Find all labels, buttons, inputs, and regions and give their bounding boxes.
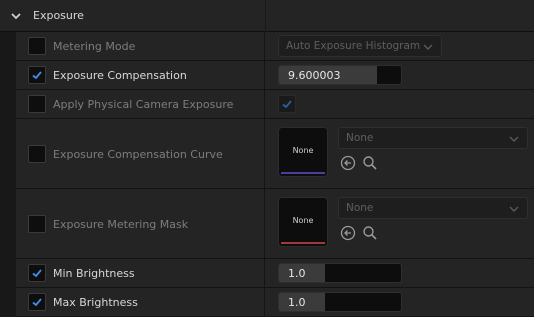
property-label: Min Brightness bbox=[53, 267, 135, 280]
spinbox-value: 9.600003 bbox=[288, 69, 341, 82]
section-header-exposure[interactable]: Exposure bbox=[0, 0, 534, 32]
asset-picker-dropdown[interactable]: None bbox=[338, 127, 528, 149]
checkmark-icon bbox=[32, 298, 42, 307]
property-label: Exposure Metering Mask bbox=[53, 218, 189, 231]
use-selected-asset-icon[interactable] bbox=[340, 225, 356, 241]
asset-type-bar bbox=[281, 242, 325, 244]
property-label: Apply Physical Camera Exposure bbox=[53, 98, 234, 111]
override-checkbox-apply-physical-camera-exposure[interactable] bbox=[28, 95, 46, 113]
override-checkbox-metering-mode[interactable] bbox=[28, 37, 46, 55]
property-row-metering-mode: Metering Mode Auto Exposure Histogram bbox=[16, 32, 534, 61]
dropdown-value: Auto Exposure Histogram bbox=[286, 40, 421, 52]
indent-gutter bbox=[0, 32, 16, 317]
thumbnail-label: None bbox=[292, 216, 314, 225]
exposure-compensation-spinbox[interactable]: 9.600003 bbox=[278, 65, 402, 85]
browse-asset-search-icon[interactable] bbox=[362, 155, 378, 171]
override-checkbox-min-brightness[interactable] bbox=[28, 264, 46, 282]
property-row-exposure-metering-mask: Exposure Metering Mask None None bbox=[16, 189, 534, 259]
chevron-down-icon bbox=[423, 44, 433, 50]
property-label: Max Brightness bbox=[53, 296, 138, 309]
override-checkbox-max-brightness[interactable] bbox=[28, 293, 46, 311]
checkmark-icon bbox=[32, 71, 42, 80]
use-selected-asset-icon[interactable] bbox=[340, 155, 356, 171]
override-checkbox-exposure-compensation-curve[interactable] bbox=[28, 145, 46, 163]
dropdown-value: None bbox=[346, 132, 374, 144]
property-label: Exposure Compensation Curve bbox=[53, 148, 223, 161]
thumbnail-label: None bbox=[292, 146, 314, 155]
metering-mode-dropdown[interactable]: Auto Exposure Histogram bbox=[278, 35, 442, 57]
property-row-apply-physical-camera-exposure: Apply Physical Camera Exposure bbox=[16, 90, 534, 119]
asset-picker-dropdown[interactable]: None bbox=[338, 197, 528, 219]
max-brightness-spinbox[interactable]: 1.0 bbox=[278, 292, 402, 312]
override-checkbox-exposure-metering-mask[interactable] bbox=[28, 215, 46, 233]
column-divider bbox=[265, 0, 266, 32]
spinbox-value: 1.0 bbox=[288, 267, 306, 280]
dropdown-value: None bbox=[346, 202, 374, 214]
chevron-down-icon[interactable] bbox=[10, 10, 22, 22]
section-title: Exposure bbox=[33, 9, 84, 22]
browse-asset-search-icon[interactable] bbox=[362, 225, 378, 241]
property-label: Exposure Compensation bbox=[53, 69, 187, 82]
chevron-down-icon bbox=[509, 206, 519, 212]
asset-thumbnail[interactable]: None bbox=[278, 127, 328, 177]
checkmark-icon bbox=[282, 100, 292, 109]
min-brightness-spinbox[interactable]: 1.0 bbox=[278, 263, 402, 283]
property-row-min-brightness: Min Brightness 1.0 bbox=[16, 259, 534, 288]
property-row-exposure-compensation-curve: Exposure Compensation Curve None None bbox=[16, 119, 534, 189]
apply-physical-camera-exposure-checkbox[interactable] bbox=[278, 95, 296, 113]
property-row-max-brightness: Max Brightness 1.0 bbox=[16, 288, 534, 317]
checkmark-icon bbox=[32, 269, 42, 278]
spinbox-value: 1.0 bbox=[288, 296, 306, 309]
property-row-exposure-compensation: Exposure Compensation 9.600003 bbox=[16, 61, 534, 90]
asset-thumbnail[interactable]: None bbox=[278, 197, 328, 247]
override-checkbox-exposure-compensation[interactable] bbox=[28, 66, 46, 84]
property-label: Metering Mode bbox=[53, 40, 136, 53]
asset-type-bar bbox=[281, 172, 325, 174]
chevron-down-icon bbox=[509, 136, 519, 142]
